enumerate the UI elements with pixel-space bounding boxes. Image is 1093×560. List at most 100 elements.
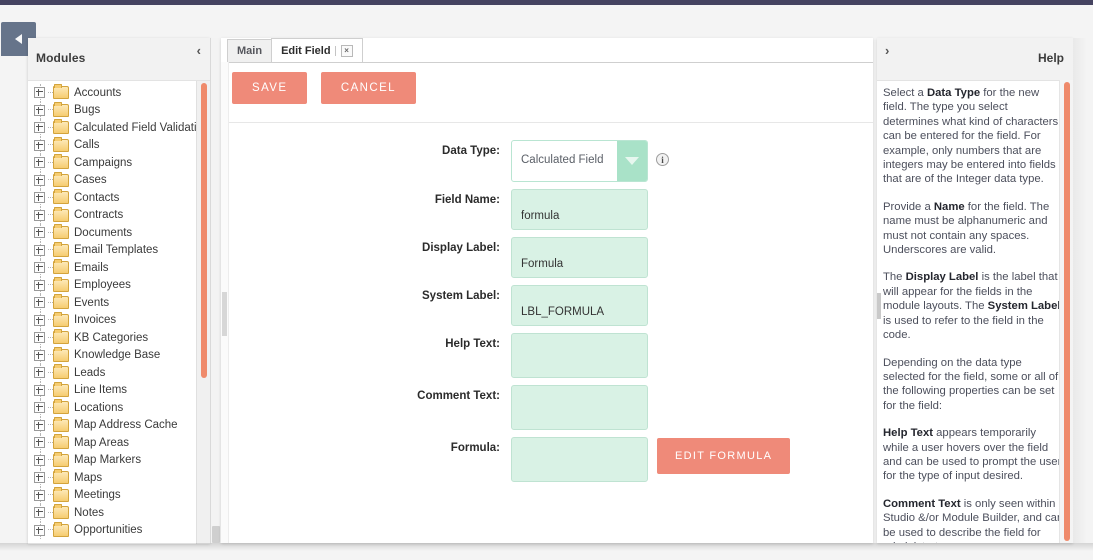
save-button[interactable]: SAVE <box>232 72 308 104</box>
sidebar-item-emails[interactable]: Emails <box>28 259 194 277</box>
expand-icon[interactable] <box>34 157 45 169</box>
form-scrollbar-thumb[interactable] <box>222 292 227 336</box>
sidebar-item-label: Email Templates <box>74 244 159 257</box>
chevron-down-icon[interactable] <box>617 141 647 181</box>
info-icon[interactable]: i <box>656 153 669 166</box>
sidebar-item-contacts[interactable]: Contacts <box>28 189 194 207</box>
folder-icon <box>53 311 69 327</box>
expand-icon[interactable] <box>34 87 45 99</box>
tab-main[interactable]: Main <box>227 39 273 62</box>
edit-formula-button[interactable]: EDIT FORMULA <box>657 438 791 474</box>
row-display-label: Display Label: <box>221 237 873 278</box>
comment-text-label: Comment Text: <box>417 390 500 402</box>
tab-edit-field[interactable]: Edit Field × <box>271 38 363 62</box>
sidebar-item-maps[interactable]: Maps <box>28 469 194 487</box>
expand-icon[interactable] <box>34 489 45 501</box>
sidebar-item-notes[interactable]: Notes <box>28 504 194 522</box>
app-window: Modules ‹ Accounts Bugs Calculated Field V… <box>0 0 1093 560</box>
help-term: Display Label <box>905 271 979 284</box>
help-text-input[interactable] <box>511 333 648 378</box>
help-scrollbar-thumb[interactable] <box>1064 82 1070 541</box>
help-text: The <box>883 271 906 284</box>
expand-icon[interactable] <box>34 507 45 519</box>
expand-icon[interactable] <box>34 314 45 326</box>
expand-icon[interactable] <box>34 192 45 204</box>
chevron-right-icon[interactable]: › <box>885 43 889 58</box>
field-name-input[interactable] <box>511 189 648 230</box>
sidebar-item-accounts[interactable]: Accounts <box>28 84 194 102</box>
sidebar-item-label: Contacts <box>74 191 120 204</box>
folder-icon <box>53 259 69 275</box>
expand-icon[interactable] <box>34 174 45 186</box>
sidebar-item-opportunities[interactable]: Opportunities <box>28 521 194 539</box>
system-label-input[interactable] <box>511 285 648 326</box>
sidebar-item-map-markers[interactable]: Map Markers <box>28 451 194 469</box>
folder-icon <box>53 486 69 502</box>
data-type-select[interactable]: Calculated Field <box>511 140 648 182</box>
sidebar-item-line-items[interactable]: Line Items <box>28 381 194 399</box>
cancel-button[interactable]: CANCEL <box>320 72 416 104</box>
sidebar-item-invoices[interactable]: Invoices <box>28 311 194 329</box>
sidebar-item-knowledge-base[interactable]: Knowledge Base <box>28 346 194 364</box>
folder-icon <box>53 206 69 222</box>
expand-icon[interactable] <box>34 524 45 536</box>
sidebar-item-meetings[interactable]: Meetings <box>28 486 194 504</box>
sidebar-item-documents[interactable]: Documents <box>28 224 194 242</box>
expand-icon[interactable] <box>34 332 45 344</box>
folder-icon <box>53 504 69 520</box>
expand-icon[interactable] <box>34 384 45 396</box>
expand-icon[interactable] <box>34 367 45 379</box>
display-label-input[interactable] <box>511 237 648 278</box>
expand-icon[interactable] <box>34 139 45 151</box>
sidebar-item-leads[interactable]: Leads <box>28 364 194 382</box>
sidebar-item-events[interactable]: Events <box>28 294 194 312</box>
help-term: Data Type <box>926 87 981 99</box>
folder-icon <box>53 329 69 345</box>
sidebar-item-label: Leads <box>74 366 106 379</box>
expand-icon[interactable] <box>34 104 45 116</box>
workspace-scrollbar-thumb[interactable] <box>212 526 220 543</box>
sidebar-item-label: Accounts <box>74 86 122 99</box>
expand-icon[interactable] <box>34 402 45 414</box>
help-text: Depending on the data type selected for … <box>883 356 1059 412</box>
expand-icon[interactable] <box>34 472 45 484</box>
sidebar-item-label: Calls <box>74 139 100 152</box>
expand-icon[interactable] <box>34 454 45 466</box>
sidebar-item-employees[interactable]: Employees <box>28 276 194 294</box>
row-data-type: Data Type: Calculated Field i <box>221 140 873 182</box>
expand-icon[interactable] <box>34 349 45 361</box>
expand-icon[interactable] <box>34 279 45 291</box>
sidebar-item-campaigns[interactable]: Campaigns <box>28 154 194 172</box>
formula-input[interactable] <box>511 437 648 482</box>
sidebar-item-calculated-field-validation[interactable]: Calculated Field Validation <box>28 119 209 137</box>
sidebar-item-kb-categories[interactable]: KB Categories <box>28 329 194 347</box>
form-scrollbar-track[interactable] <box>221 62 229 543</box>
help-panel-resize-handle[interactable] <box>877 293 881 319</box>
sidebar-item-label: Invoices <box>74 314 117 327</box>
expand-icon[interactable] <box>34 227 45 239</box>
sidebar-item-map-address-cache[interactable]: Map Address Cache <box>28 416 194 434</box>
chevron-left-icon[interactable]: ‹ <box>197 43 201 58</box>
modules-scrollbar-track[interactable] <box>196 81 210 544</box>
expand-icon[interactable] <box>34 122 45 134</box>
help-scrollbar-track[interactable] <box>1059 80 1073 543</box>
expand-icon[interactable] <box>34 209 45 221</box>
sidebar-item-locations[interactable]: Locations <box>28 399 194 417</box>
modules-scrollbar-thumb[interactable] <box>201 83 207 378</box>
expand-icon[interactable] <box>34 244 45 256</box>
help-term: Name <box>933 200 965 213</box>
expand-icon[interactable] <box>34 437 45 449</box>
sidebar-item-bugs[interactable]: Bugs <box>28 101 194 119</box>
comment-text-input[interactable] <box>511 385 648 430</box>
sidebar-item-email-templates[interactable]: Email Templates <box>28 241 194 259</box>
sidebar-item-calls[interactable]: Calls <box>28 136 194 154</box>
sidebar-item-label: Events <box>74 296 110 309</box>
expand-icon[interactable] <box>34 262 45 274</box>
sidebar-item-cases[interactable]: Cases <box>28 171 194 189</box>
folder-icon <box>53 154 69 170</box>
close-icon[interactable]: × <box>340 44 353 57</box>
sidebar-item-map-areas[interactable]: Map Areas <box>28 434 194 452</box>
expand-icon[interactable] <box>34 297 45 309</box>
expand-icon[interactable] <box>34 419 45 431</box>
sidebar-item-contracts[interactable]: Contracts <box>28 206 194 224</box>
